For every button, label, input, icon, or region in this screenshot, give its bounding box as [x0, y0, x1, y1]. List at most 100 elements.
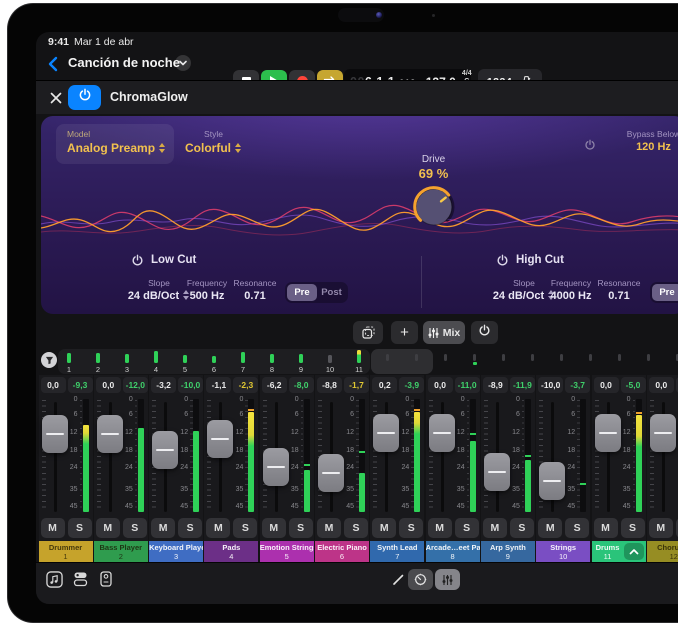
volume-value[interactable]: 0,2: [372, 377, 397, 393]
mixer-power-button[interactable]: [471, 321, 498, 344]
overview-channel-meter[interactable]: 6: [200, 349, 229, 374]
solo-button[interactable]: S: [289, 518, 313, 538]
track-name-header[interactable]: Arcade…eet Pad8: [426, 541, 480, 562]
overview-channel-meter[interactable]: [461, 349, 490, 374]
solo-button[interactable]: S: [233, 518, 257, 538]
browser-button[interactable]: [70, 569, 90, 589]
mute-button[interactable]: M: [372, 518, 396, 538]
overview-channel-meter[interactable]: [577, 349, 606, 374]
close-plugin-button[interactable]: [47, 89, 65, 107]
high-cut-power-toggle[interactable]: [496, 254, 509, 272]
overview-channel-meter[interactable]: [548, 349, 577, 374]
peak-level-value[interactable]: -2,3: [233, 377, 258, 393]
solo-button[interactable]: S: [68, 518, 92, 538]
song-title[interactable]: Canción de noche: [68, 55, 180, 70]
peak-level-value[interactable]: -5,0: [621, 377, 646, 393]
solo-button[interactable]: S: [123, 518, 147, 538]
mute-button[interactable]: M: [538, 518, 562, 538]
peak-level-value[interactable]: -1,7: [344, 377, 369, 393]
mute-button[interactable]: M: [206, 518, 230, 538]
mute-button[interactable]: M: [317, 518, 341, 538]
mute-button[interactable]: M: [41, 518, 65, 538]
track-name-header[interactable]: Bass Player2: [94, 541, 148, 562]
mute-button[interactable]: M: [428, 518, 452, 538]
volume-value[interactable]: -8,8: [317, 377, 342, 393]
track-name-header[interactable]: Pads4: [204, 541, 258, 562]
fader-handle[interactable]: [429, 414, 455, 452]
pre-option[interactable]: Pre: [652, 284, 678, 301]
track-name-header[interactable]: Emotion Strings5: [260, 541, 314, 562]
volume-value[interactable]: 0,0: [649, 377, 674, 393]
overview-channel-meter[interactable]: 9: [287, 349, 316, 374]
peak-level-value[interactable]: -10,0: [178, 377, 203, 393]
track-name-header[interactable]: Chorus V12: [647, 541, 678, 562]
post-option[interactable]: Post: [317, 287, 346, 298]
volume-value[interactable]: -3,2: [151, 377, 176, 393]
style-value[interactable]: Colorful: [171, 141, 256, 155]
peak-level-value[interactable]: -11,0: [455, 377, 480, 393]
peak-level-value[interactable]: -3,9: [399, 377, 424, 393]
duplicate-button[interactable]: [353, 321, 383, 344]
add-track-button[interactable]: +: [391, 321, 418, 344]
solo-button[interactable]: S: [344, 518, 368, 538]
overview-channel-meter[interactable]: 4: [142, 349, 171, 374]
solo-button[interactable]: S: [178, 518, 202, 538]
plugin-power-toggle[interactable]: [68, 85, 101, 110]
resonance-value[interactable]: 0.71: [593, 290, 645, 302]
plugins-button[interactable]: [96, 569, 116, 589]
bypass-below-value[interactable]: 120 Hz: [611, 141, 678, 153]
overview-channel-meter[interactable]: [432, 349, 461, 374]
controls-view-button[interactable]: [408, 569, 433, 590]
overview-channel-meter[interactable]: [635, 349, 664, 374]
fader-handle[interactable]: [484, 453, 510, 491]
model-value[interactable]: Analog Preamp: [67, 141, 166, 155]
overview-channel-meter[interactable]: 10: [316, 349, 345, 374]
overview-channel-meter[interactable]: 7: [229, 349, 258, 374]
overview-channel-meter[interactable]: 5: [171, 349, 200, 374]
high-cut-pre-post-toggle[interactable]: Pre Post: [650, 282, 678, 303]
fader-handle[interactable]: [97, 415, 123, 453]
faders-view-button[interactable]: [435, 569, 460, 590]
track-name-header[interactable]: Arp Synth9: [481, 541, 535, 562]
fader-handle[interactable]: [373, 414, 399, 452]
mute-button[interactable]: M: [96, 518, 120, 538]
edit-pencil-button[interactable]: [391, 569, 405, 589]
volume-value[interactable]: 0,0: [41, 377, 66, 393]
volume-value[interactable]: -6,2: [262, 377, 287, 393]
mute-button[interactable]: M: [483, 518, 507, 538]
mix-view-button[interactable]: Mix: [423, 321, 465, 344]
pre-option[interactable]: Pre: [287, 284, 317, 301]
peak-level-value[interactable]: -8,0: [289, 377, 314, 393]
low-cut-power-toggle[interactable]: [131, 254, 144, 272]
peak-level-value[interactable]: -3,7: [565, 377, 590, 393]
volume-value[interactable]: -1,1: [206, 377, 231, 393]
track-name-header[interactable]: Electric Piano6: [315, 541, 369, 562]
overview-channel-meter[interactable]: 2: [84, 349, 113, 374]
track-name-header[interactable]: Strings10: [536, 541, 590, 562]
solo-button[interactable]: S: [621, 518, 645, 538]
volume-value[interactable]: -10,0: [538, 377, 563, 393]
overview-channel-meter[interactable]: 1: [55, 349, 84, 374]
volume-value[interactable]: -8,9: [483, 377, 508, 393]
overview-channel-meter[interactable]: [664, 349, 678, 374]
overview-channel-meter[interactable]: [374, 349, 403, 374]
loops-browser-button[interactable]: [44, 569, 64, 589]
overview-channel-meter[interactable]: [490, 349, 519, 374]
mute-button[interactable]: M: [151, 518, 175, 538]
fader-handle[interactable]: [152, 431, 178, 469]
track-name-header[interactable]: Drummer1: [39, 541, 93, 562]
collapse-stack-button[interactable]: [624, 543, 644, 560]
overview-channel-meter[interactable]: 11: [345, 349, 374, 374]
track-name-header[interactable]: Synth Lead7: [370, 541, 424, 562]
overview-channel-meter[interactable]: [403, 349, 432, 374]
fader-handle[interactable]: [595, 414, 621, 452]
fader-handle[interactable]: [42, 415, 68, 453]
track-name-header[interactable]: Drums11: [592, 541, 646, 562]
volume-value[interactable]: 0,0: [594, 377, 619, 393]
track-name-header[interactable]: Keyboard Player3: [149, 541, 203, 562]
peak-level-value[interactable]: -9,3: [68, 377, 93, 393]
overview-channel-meter[interactable]: 3: [113, 349, 142, 374]
solo-button[interactable]: S: [565, 518, 589, 538]
solo-button[interactable]: S: [510, 518, 534, 538]
overview-channel-meter[interactable]: [606, 349, 635, 374]
